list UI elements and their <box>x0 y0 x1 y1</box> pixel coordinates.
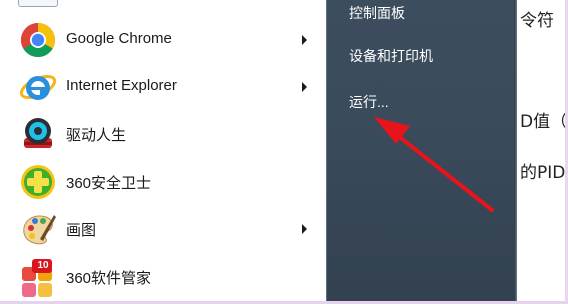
document-text-line: 令符 <box>520 11 554 31</box>
driver-life-icon <box>18 114 58 154</box>
internet-explorer-icon <box>18 67 58 107</box>
program-label: Internet Explorer <box>66 77 177 94</box>
program-label: 画图 <box>66 222 97 239</box>
control-panel-link[interactable]: 控制面板 <box>349 3 405 23</box>
program-label: 360软件管家 <box>66 270 152 287</box>
start-menu-right-pane: 控制面板 设备和打印机 运行... <box>326 0 517 304</box>
document-text-line: 的PID <box>520 163 566 183</box>
program-item-driver-life[interactable]: 驱动人生 <box>0 112 326 156</box>
submenu-arrow-icon <box>302 35 307 45</box>
program-item-360-software-manager[interactable]: 10 360软件管家 <box>0 255 326 299</box>
devices-and-printers-link[interactable]: 设备和打印机 <box>349 46 433 66</box>
previous-item-edge <box>18 0 58 7</box>
chrome-icon <box>18 20 58 60</box>
run-link[interactable]: 运行... <box>349 92 389 112</box>
program-label: 360安全卫士 <box>66 175 152 192</box>
360-safe-icon <box>18 162 58 202</box>
program-label: Google Chrome <box>66 30 172 47</box>
submenu-arrow-icon <box>302 224 307 234</box>
submenu-arrow-icon <box>302 82 307 92</box>
360-software-manager-icon: 10 <box>18 257 58 297</box>
program-item-google-chrome[interactable]: Google Chrome <box>0 18 326 62</box>
paint-icon <box>18 209 58 249</box>
document-text-line: D值（ <box>520 112 568 132</box>
program-item-internet-explorer[interactable]: Internet Explorer <box>0 65 326 109</box>
start-menu-program-list: Google Chrome Internet Explorer 驱动人生 360… <box>0 0 326 304</box>
program-item-360-safe[interactable]: 360安全卫士 <box>0 160 326 204</box>
program-label: 驱动人生 <box>66 127 127 144</box>
background-document <box>517 0 568 304</box>
update-count-badge: 10 <box>37 260 49 271</box>
program-item-paint[interactable]: 画图 <box>0 207 326 251</box>
